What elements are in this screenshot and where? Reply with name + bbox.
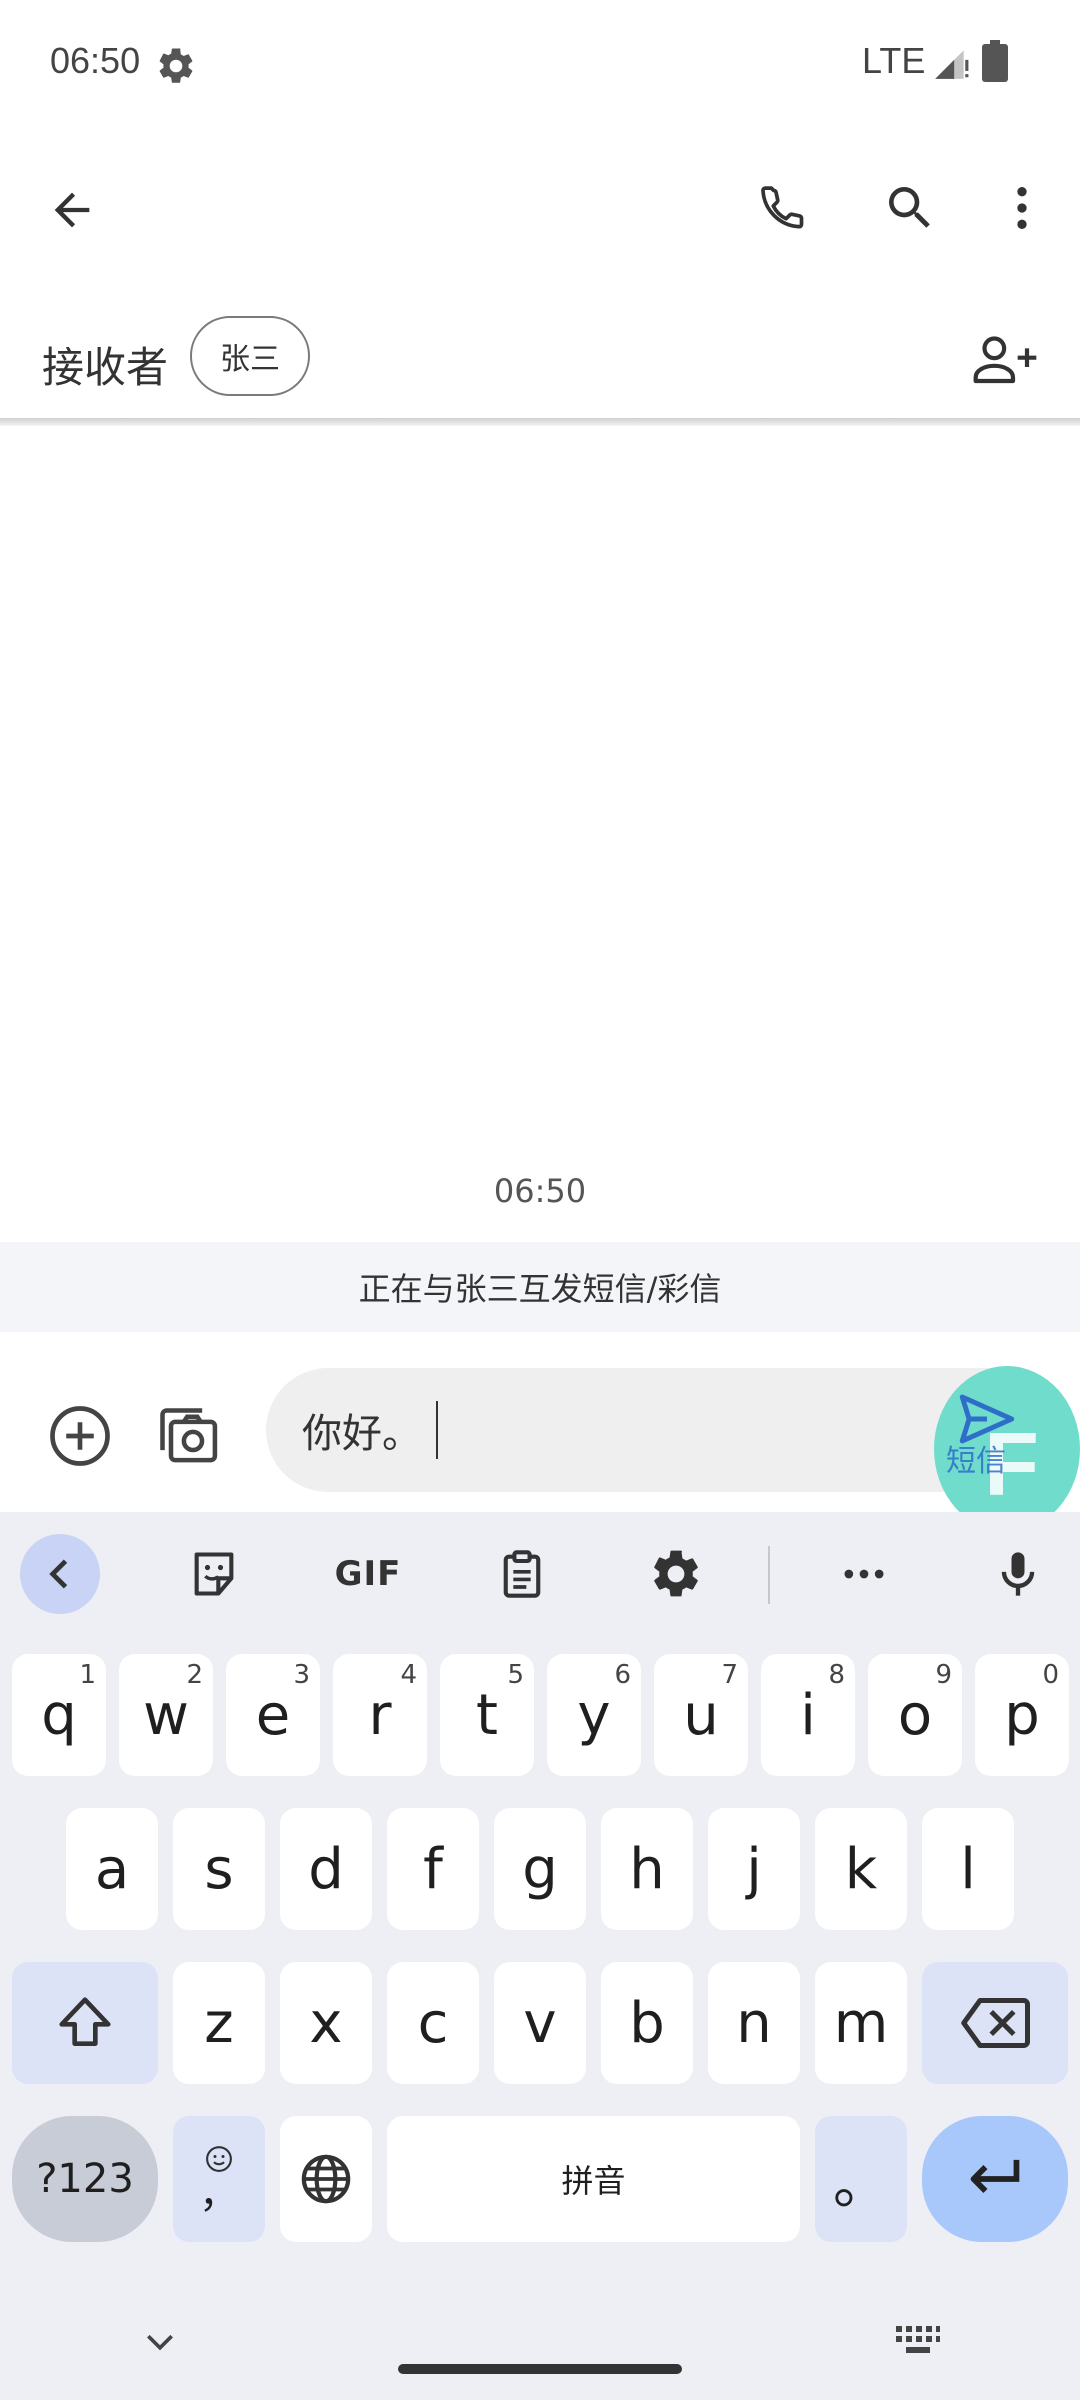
more-vert-icon bbox=[1017, 187, 1027, 229]
back-arrow-icon bbox=[54, 192, 90, 228]
chevron-down-icon bbox=[147, 2334, 173, 2351]
keyboard bbox=[0, 1512, 1080, 2400]
home-indicator[interactable] bbox=[398, 2364, 682, 2374]
key-j[interactable]: j bbox=[708, 1808, 800, 1930]
enter-icon bbox=[970, 2159, 1020, 2193]
person-add-icon bbox=[973, 336, 1037, 384]
clipboard-button[interactable] bbox=[482, 1534, 562, 1614]
key-v[interactable]: v bbox=[494, 1962, 586, 2084]
key-l[interactable]: l bbox=[922, 1808, 1014, 1930]
key-e[interactable]: e3 bbox=[226, 1654, 320, 1776]
status-time: 06:50 bbox=[50, 40, 141, 81]
key-y[interactable]: y6 bbox=[547, 1654, 641, 1776]
key-i[interactable]: i8 bbox=[761, 1654, 855, 1776]
key-c[interactable]: c bbox=[387, 1962, 479, 2084]
more-options-button[interactable] bbox=[980, 166, 1064, 250]
globe-icon bbox=[301, 2154, 351, 2204]
battery-icon bbox=[982, 40, 1008, 82]
mic-icon bbox=[1001, 1552, 1035, 1596]
key-n[interactable]: n bbox=[708, 1962, 800, 2084]
key-z[interactable]: z bbox=[173, 1962, 265, 2084]
toolbar-divider bbox=[768, 1546, 770, 1604]
sticker-button[interactable] bbox=[174, 1534, 254, 1614]
backspace-icon bbox=[961, 1998, 1030, 2048]
shift-icon bbox=[59, 1997, 111, 2046]
key-s[interactable]: s bbox=[173, 1808, 265, 1930]
add-recipient-button[interactable] bbox=[966, 320, 1046, 400]
back-button[interactable] bbox=[30, 168, 114, 252]
search-icon bbox=[889, 187, 930, 228]
settings-icon bbox=[654, 1550, 698, 1597]
key-h[interactable]: h bbox=[601, 1808, 693, 1930]
key-u[interactable]: u7 bbox=[654, 1654, 748, 1776]
keyboard-collapse-button[interactable] bbox=[20, 1534, 100, 1614]
network-type: LTE bbox=[862, 40, 926, 81]
key-t[interactable]: t5 bbox=[440, 1654, 534, 1776]
clipboard-icon bbox=[503, 1550, 541, 1598]
keyboard-icon bbox=[896, 2326, 940, 2353]
key-x[interactable]: x bbox=[280, 1962, 372, 2084]
attach-button[interactable] bbox=[40, 1396, 120, 1476]
switch-keyboard-button[interactable] bbox=[894, 2320, 942, 2360]
chevron-left-icon bbox=[49, 1559, 68, 1589]
conversation-timestamp: 06:50 bbox=[493, 1172, 587, 1210]
key-a[interactable]: a bbox=[66, 1808, 158, 1930]
sms-mode-banner: 正在与张三互发短信/彩信 bbox=[0, 1242, 1080, 1332]
keyboard-settings-button[interactable] bbox=[636, 1534, 716, 1614]
emoji-comma-key[interactable]: ， bbox=[173, 2116, 265, 2242]
send-label: 短信 bbox=[946, 1444, 1006, 1479]
emoji-icon bbox=[206, 2146, 232, 2172]
key-p[interactable]: p0 bbox=[975, 1654, 1069, 1776]
text-caret bbox=[436, 1401, 438, 1459]
backspace-key[interactable] bbox=[922, 1962, 1068, 2084]
search-button[interactable] bbox=[868, 166, 952, 250]
key-k[interactable]: k bbox=[815, 1808, 907, 1930]
space-key[interactable]: 拼音 bbox=[387, 2116, 800, 2242]
shift-key[interactable] bbox=[12, 1962, 158, 2084]
key-o[interactable]: o9 bbox=[868, 1654, 962, 1776]
recipient-chip[interactable]: 张三 bbox=[190, 316, 310, 396]
period-key[interactable]: 。 bbox=[815, 2116, 907, 2242]
language-key[interactable] bbox=[280, 2116, 372, 2242]
gallery-camera-icon bbox=[160, 1408, 218, 1463]
symbols-key[interactable]: ?123 bbox=[12, 2116, 158, 2242]
key-m[interactable]: m bbox=[815, 1962, 907, 2084]
key-q[interactable]: q1 bbox=[12, 1654, 106, 1776]
phone-icon bbox=[761, 186, 804, 229]
key-f[interactable]: f bbox=[387, 1808, 479, 1930]
send-button[interactable]: F 短信 bbox=[934, 1366, 1080, 1532]
more-horiz-icon bbox=[844, 1569, 884, 1579]
recipients-label: 接收者 bbox=[42, 343, 169, 392]
enter-key[interactable] bbox=[922, 2116, 1068, 2242]
key-d[interactable]: d bbox=[280, 1808, 372, 1930]
key-g[interactable]: g bbox=[494, 1808, 586, 1930]
call-button[interactable] bbox=[742, 166, 826, 250]
key-w[interactable]: w2 bbox=[119, 1654, 213, 1776]
gif-button[interactable]: GIF bbox=[328, 1534, 408, 1614]
key-r[interactable]: r4 bbox=[333, 1654, 427, 1776]
recipients-divider bbox=[0, 418, 1080, 426]
gear-icon bbox=[155, 45, 197, 87]
sticker-icon bbox=[194, 1552, 234, 1596]
voice-input-button[interactable] bbox=[978, 1534, 1058, 1614]
key-b[interactable]: b bbox=[601, 1962, 693, 2084]
message-text: 你好。 bbox=[302, 1411, 422, 1457]
signal-icon bbox=[932, 44, 970, 82]
hide-keyboard-button[interactable] bbox=[140, 2322, 180, 2362]
gallery-button[interactable] bbox=[148, 1396, 228, 1476]
more-tools-button[interactable] bbox=[824, 1534, 904, 1614]
add-circle-icon bbox=[50, 1406, 110, 1466]
